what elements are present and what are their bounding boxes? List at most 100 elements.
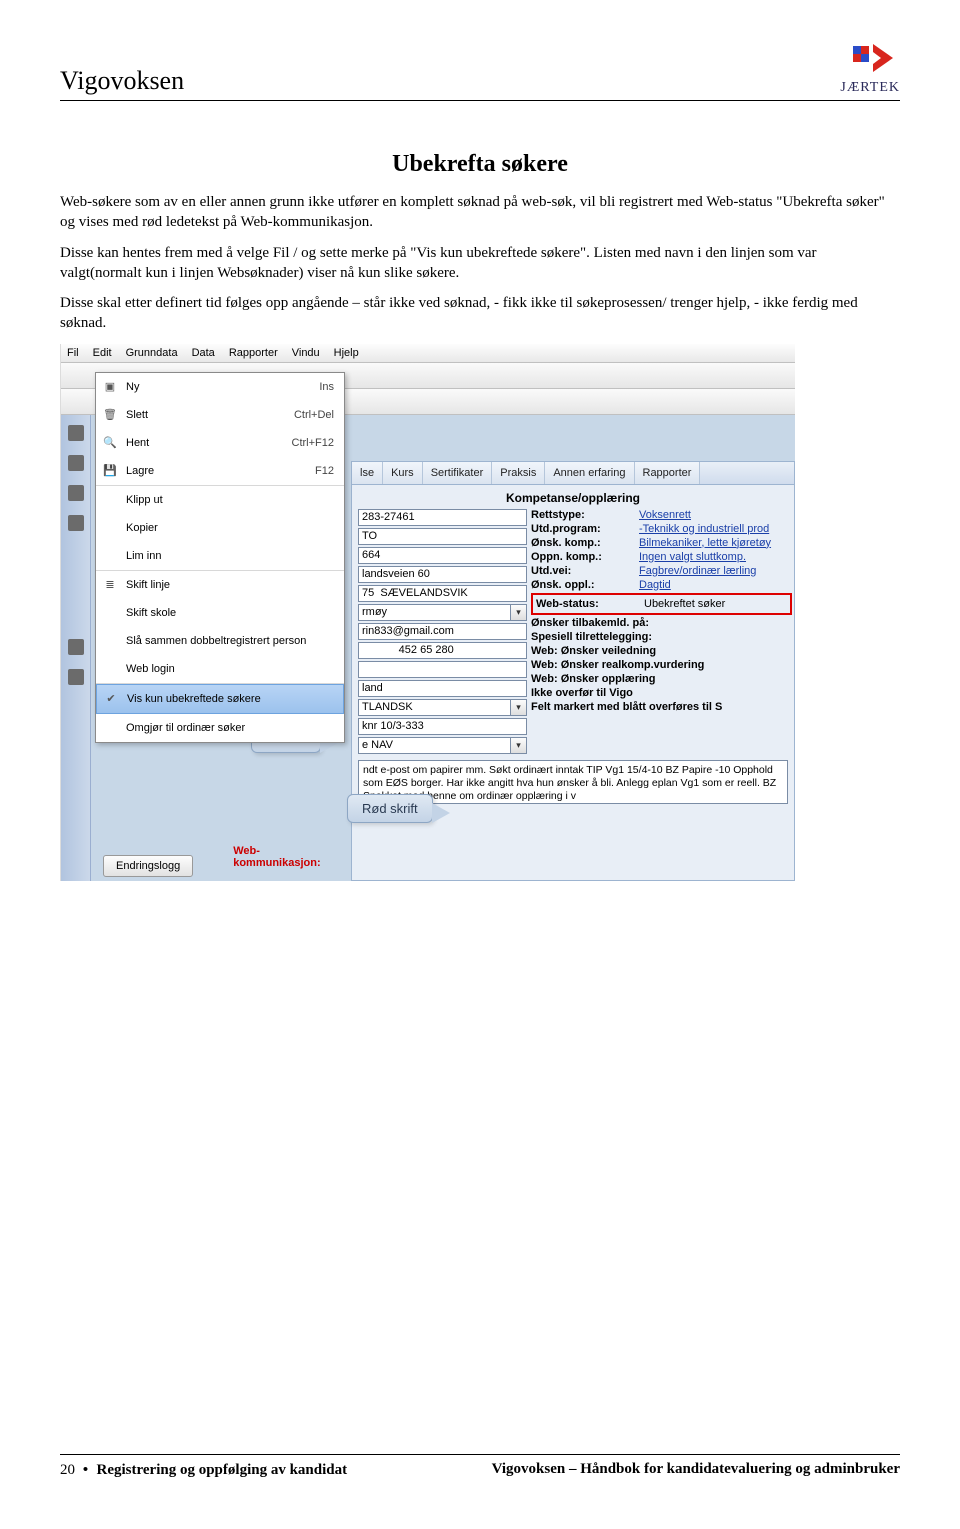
web-status-highlight: Web-status: Ubekreftet søker <box>531 593 792 615</box>
menu-item-klipput[interactable]: Klipp ut <box>96 486 344 514</box>
right-info-col: Rettstype:Voksenrett Utd.program:-Teknik… <box>527 507 794 756</box>
label: Ønsker tilbakemld. på: <box>531 617 649 629</box>
menu-item-label: Klipp ut <box>126 494 163 506</box>
left-icon-bar <box>61 415 91 881</box>
trash-icon: 🗑 <box>102 407 118 423</box>
field[interactable] <box>358 623 527 640</box>
check-icon: ✔ <box>103 691 119 707</box>
tab[interactable]: Sertifikater <box>423 462 493 484</box>
menu-item-weblogin[interactable]: Web login <box>96 655 344 684</box>
menu-item-slett[interactable]: 🗑 Slett Ctrl+Del <box>96 401 344 429</box>
shortcut: Ctrl+F12 <box>292 437 335 449</box>
menu-item-label: Lim inn <box>126 550 161 562</box>
edit-dropdown: ▣ Ny Ins 🗑 Slett Ctrl+Del 🔍 Hent Ctrl+F1… <box>95 372 345 743</box>
paragraph-1: Web-søkere som av en eller annen grunn i… <box>60 192 900 233</box>
menu-item-ny[interactable]: ▣ Ny Ins <box>96 373 344 401</box>
value[interactable]: Dagtid <box>639 579 792 591</box>
label: Web: Ønsker realkomp.vurdering <box>531 659 704 671</box>
menu-item-hent[interactable]: 🔍 Hent Ctrl+F12 <box>96 429 344 457</box>
menu-item-kopier[interactable]: Kopier <box>96 514 344 542</box>
leftbar-icon[interactable] <box>68 425 84 441</box>
endringslogg-button[interactable]: Endringslogg <box>103 855 193 877</box>
menu-item-label: Vis kun ubekreftede søkere <box>127 693 261 705</box>
web-status-label: Web-status: <box>536 598 644 610</box>
blank-icon <box>102 605 118 621</box>
chevron-down-icon[interactable]: ▾ <box>511 604 527 621</box>
field[interactable] <box>358 737 511 754</box>
label: Utd.vei: <box>531 565 639 577</box>
rows-icon: ≣ <box>102 577 118 593</box>
field[interactable] <box>358 642 527 659</box>
chevron-down-icon[interactable]: ▾ <box>511 737 527 754</box>
menu-item-label: Skift skole <box>126 607 176 619</box>
value[interactable]: -Teknikk og industriell prod <box>639 523 792 535</box>
menu-edit[interactable]: Edit <box>93 347 112 359</box>
menu-data[interactable]: Data <box>192 347 215 359</box>
left-form-col: ▾ ▾ ▾ <box>352 507 527 756</box>
page-footer: 20 • Registrering og oppfølging av kandi… <box>60 1454 900 1479</box>
label: Ønsk. oppl.: <box>531 579 639 591</box>
menu-item-liminn[interactable]: Lim inn <box>96 542 344 571</box>
menu-item-label: Slå sammen dobbeltregistrert person <box>126 635 306 647</box>
menu-item-label: Omgjør til ordinær søker <box>126 722 245 734</box>
panel-title: Kompetanse/opplæring <box>352 485 794 507</box>
menu-hjelp[interactable]: Hjelp <box>334 347 359 359</box>
menu-item-skiftskole[interactable]: Skift skole <box>96 599 344 627</box>
value[interactable]: Ingen valgt sluttkomp. <box>639 551 792 563</box>
value[interactable]: Voksenrett <box>639 509 792 521</box>
value[interactable]: Bilmekaniker, lette kjøretøy <box>639 537 792 549</box>
paragraph-3: Disse skal etter definert tid følges opp… <box>60 293 900 334</box>
field[interactable] <box>358 528 527 545</box>
leftbar-icon[interactable] <box>68 639 84 655</box>
tab[interactable]: Annen erfaring <box>545 462 634 484</box>
menu-item-omgjor[interactable]: Omgjør til ordinær søker <box>96 714 344 742</box>
field[interactable] <box>358 547 527 564</box>
menu-item-label: Kopier <box>126 522 158 534</box>
tab[interactable]: Praksis <box>492 462 545 484</box>
web-komm-label: Web-kommunikasjon: <box>233 845 293 870</box>
logo-text: JÆRTEK <box>840 80 900 96</box>
chevron-down-icon[interactable]: ▾ <box>511 699 527 716</box>
menu-grunndata[interactable]: Grunndata <box>126 347 178 359</box>
menu-vindu[interactable]: Vindu <box>292 347 320 359</box>
tab[interactable]: Rapporter <box>635 462 701 484</box>
menu-item-lagre[interactable]: 💾 Lagre F12 <box>96 457 344 486</box>
leftbar-icon[interactable] <box>68 455 84 471</box>
label: Ønsk. komp.: <box>531 537 639 549</box>
field[interactable] <box>358 661 527 678</box>
blank-icon <box>102 548 118 564</box>
menubar[interactable]: Fil Edit Grunndata Data Rapporter Vindu … <box>61 344 795 363</box>
leftbar-icon[interactable] <box>68 485 84 501</box>
menu-item-viskun[interactable]: ✔ Vis kun ubekreftede søkere <box>96 684 344 714</box>
callout-rodskrift: Rød skrift <box>347 794 433 823</box>
label: Felt markert med blått overføres til S <box>531 701 722 713</box>
shortcut: F12 <box>315 465 334 477</box>
field[interactable] <box>358 699 511 716</box>
paragraph-2: Disse kan hentes frem med å velge Fil / … <box>60 243 900 284</box>
doc-icon: ▣ <box>102 379 118 395</box>
blank-icon <box>102 633 118 649</box>
field[interactable] <box>358 680 527 697</box>
menu-rapporter[interactable]: Rapporter <box>229 347 278 359</box>
field[interactable] <box>358 604 511 621</box>
menu-fil[interactable]: Fil <box>67 347 79 359</box>
field[interactable] <box>358 509 527 526</box>
leftbar-icon[interactable] <box>68 515 84 531</box>
section-title: Ubekrefta søkere <box>60 151 900 178</box>
field[interactable] <box>358 718 527 735</box>
menu-item-skiftlinje[interactable]: ≣ Skift linje <box>96 571 344 599</box>
tab[interactable]: lse <box>352 462 383 484</box>
label: Spesiell tilrettelegging: <box>531 631 652 643</box>
value[interactable]: Fagbrev/ordinær lærling <box>639 565 792 577</box>
label: Utd.program: <box>531 523 639 535</box>
field[interactable] <box>358 566 527 583</box>
menu-item-label: Ny <box>126 381 139 393</box>
doc-title: Vigovoksen <box>60 66 184 96</box>
tab-strip: lse Kurs Sertifikater Praksis Annen erfa… <box>352 462 794 485</box>
logo-icon <box>840 40 900 78</box>
doc-header: Vigovoksen JÆRTEK <box>60 40 900 101</box>
field[interactable] <box>358 585 527 602</box>
leftbar-icon[interactable] <box>68 669 84 685</box>
tab[interactable]: Kurs <box>383 462 423 484</box>
menu-item-slasammen[interactable]: Slå sammen dobbeltregistrert person <box>96 627 344 655</box>
